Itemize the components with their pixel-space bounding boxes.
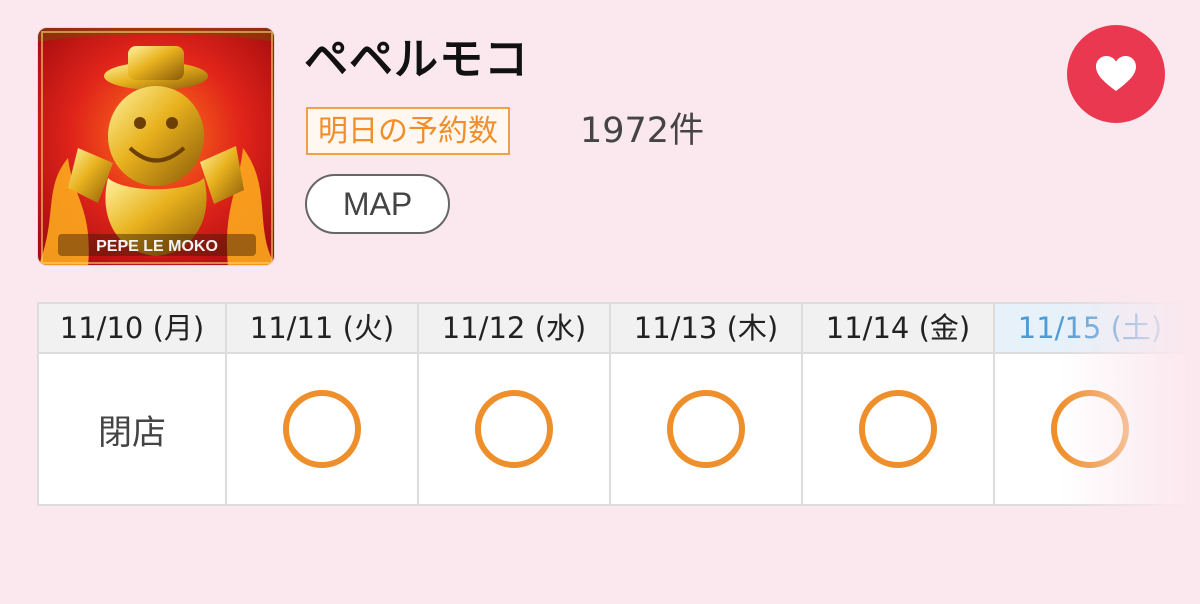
calendar-day-header: 11/11 (火) — [227, 302, 417, 354]
calendar-day-cell: 閉店 — [39, 354, 225, 506]
shop-logo-image: PEPE LE MOKO — [38, 28, 274, 265]
calendar-day-column[interactable]: 11/15 (土) — [995, 302, 1187, 506]
calendar-day-cell — [227, 354, 417, 506]
calendar-day-column[interactable]: 11/12 (水) — [419, 302, 611, 506]
reservation-count: 1972件 — [580, 111, 705, 151]
calendar-day-column[interactable]: 11/14 (金) — [803, 302, 995, 506]
calendar-day-cell — [995, 354, 1185, 506]
calendar-day-header: 11/12 (水) — [419, 302, 609, 354]
available-circle-icon — [475, 390, 553, 468]
closed-status: 閉店 — [98, 412, 166, 453]
shop-thumbnail[interactable]: PEPE LE MOKO — [37, 27, 275, 266]
shop-name[interactable]: ペペルモコ — [304, 32, 529, 88]
available-circle-icon — [1051, 390, 1129, 468]
calendar-day-column[interactable]: 11/11 (火) — [227, 302, 419, 506]
calendar-day-cell — [419, 354, 609, 506]
schedule-calendar: 11/10 (月) 閉店 11/11 (火) 11/12 (水) 11/13 (… — [37, 302, 1200, 506]
logo-text: PEPE LE MOKO — [96, 238, 218, 255]
calendar-day-cell — [611, 354, 801, 506]
calendar-day-header: 11/14 (金) — [803, 302, 993, 354]
favorite-button[interactable] — [1067, 25, 1165, 123]
calendar-day-header: 11/10 (月) — [39, 302, 225, 354]
available-circle-icon — [859, 390, 937, 468]
map-button[interactable]: MAP — [305, 174, 450, 234]
calendar-day-header: 11/15 (土) — [995, 302, 1185, 354]
reservation-label: 明日の予約数 — [306, 107, 510, 155]
calendar-day-column[interactable]: 11/10 (月) 閉店 — [37, 302, 227, 506]
heart-icon — [1096, 56, 1136, 91]
calendar-day-header: 11/13 (木) — [611, 302, 801, 354]
calendar-day-cell — [803, 354, 993, 506]
calendar-day-column[interactable]: 11/13 (木) — [611, 302, 803, 506]
available-circle-icon — [283, 390, 361, 468]
available-circle-icon — [667, 390, 745, 468]
